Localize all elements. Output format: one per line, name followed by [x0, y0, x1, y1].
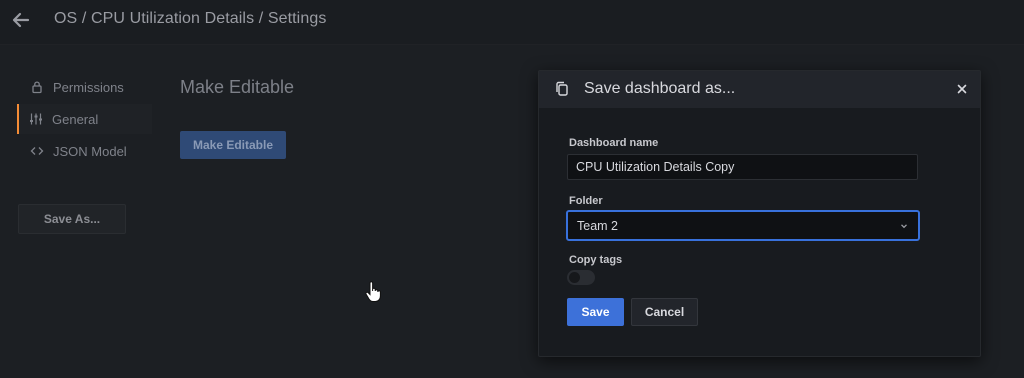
- top-bar: OS / CPU Utilization Details / Settings: [0, 0, 1024, 45]
- cancel-button[interactable]: Cancel: [631, 298, 698, 326]
- folder-select[interactable]: Team 2: [566, 210, 920, 241]
- sidebar-item-label: General: [52, 111, 99, 127]
- breadcrumb: OS / CPU Utilization Details / Settings: [54, 10, 327, 27]
- sidebar-item-label: Permissions: [53, 79, 124, 95]
- sliders-icon: [29, 112, 43, 126]
- chevron-down-icon: [901, 224, 907, 229]
- hand-pointer-icon: [365, 281, 381, 302]
- copy-tags-toggle[interactable]: [567, 270, 595, 285]
- copy-tags-label: Copy tags: [569, 254, 623, 266]
- save-as-button[interactable]: Save As...: [18, 204, 126, 234]
- toggle-knob: [569, 272, 580, 283]
- sidebar-item-label: JSON Model: [53, 143, 127, 159]
- save-button[interactable]: Save: [567, 298, 624, 326]
- dashboard-name-input[interactable]: [567, 154, 918, 180]
- make-editable-button[interactable]: Make Editable: [180, 131, 286, 159]
- modal-header: Save dashboard as...: [539, 71, 980, 108]
- folder-select-value: Team 2: [577, 218, 618, 233]
- sidebar-item-permissions[interactable]: Permissions: [18, 72, 152, 102]
- copy-icon: [556, 81, 568, 96]
- code-brackets-icon: [30, 144, 44, 158]
- close-icon[interactable]: [955, 82, 969, 96]
- arrow-left-icon[interactable]: [10, 9, 32, 31]
- modal-title: Save dashboard as...: [584, 80, 736, 97]
- lock-icon: [30, 80, 44, 94]
- dashboard-name-label: Dashboard name: [569, 137, 659, 149]
- sidebar-item-json-model[interactable]: JSON Model: [18, 136, 152, 166]
- folder-label: Folder: [569, 195, 603, 207]
- page-title: Make Editable: [180, 77, 295, 97]
- settings-sidebar: Permissions General JSON Model Save As..…: [0, 45, 153, 378]
- save-dashboard-modal: Save dashboard as... Dashboard name Fold…: [538, 70, 981, 357]
- sidebar-item-general[interactable]: General: [17, 104, 153, 134]
